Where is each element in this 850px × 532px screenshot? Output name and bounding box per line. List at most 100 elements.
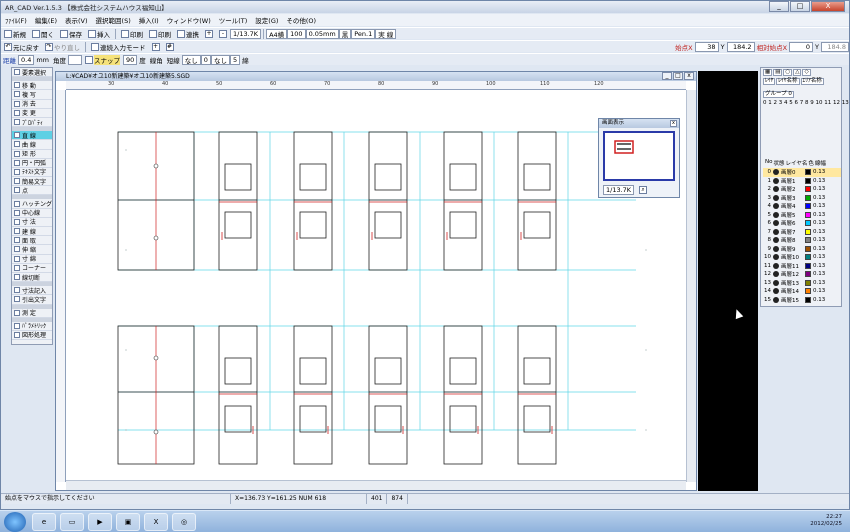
palette-text[interactable]: ﾃｷｽﾄ文字: [12, 168, 52, 178]
layer-row[interactable]: 4 画層4 0.13: [763, 202, 841, 211]
start-button[interactable]: [4, 512, 26, 532]
redo-button[interactable]: ↷ やり直し: [42, 41, 83, 52]
scale-select[interactable]: 1/13.7K: [230, 28, 262, 39]
undo-button[interactable]: ↶ 元に戻す: [1, 41, 42, 52]
relative-x-input[interactable]: 0: [789, 41, 814, 52]
palette-corner[interactable]: コーナー: [12, 264, 52, 273]
palette-line[interactable]: 直 線: [12, 131, 52, 141]
zoom-select[interactable]: 100: [287, 28, 306, 39]
horizontal-scrollbar[interactable]: [66, 480, 686, 490]
preview-button[interactable]: 印刷: [146, 28, 174, 39]
insert-button[interactable]: 挿入: [85, 28, 113, 39]
layer-row[interactable]: 10 画層10 0.13: [763, 253, 841, 262]
layer-visible-icon[interactable]: [773, 271, 779, 278]
layer-row[interactable]: 8 画層8 0.13: [763, 236, 841, 245]
drawing-minimize-button[interactable]: _: [662, 72, 672, 80]
layer-tool-button[interactable]: ○: [783, 69, 793, 76]
start-y-input[interactable]: 184.2: [726, 41, 755, 52]
group-select[interactable]: グループ 0: [763, 91, 794, 98]
menu-view[interactable]: 表示(V): [61, 15, 92, 25]
save-button[interactable]: 保存: [57, 28, 85, 39]
layer-row[interactable]: 1 画層1 0.13: [763, 177, 841, 186]
palette-dimension[interactable]: 寸 法: [12, 218, 52, 227]
layer-color-swatch[interactable]: [805, 296, 811, 303]
menu-other[interactable]: その他(O): [282, 15, 320, 25]
layer-row[interactable]: 5 画層5 0.13: [763, 211, 841, 220]
option2-select[interactable]: なし: [210, 54, 230, 65]
layer-visible-icon[interactable]: [773, 279, 779, 286]
snap-angle-input[interactable]: 90: [123, 54, 138, 65]
palette-simple-text[interactable]: 簡易文字: [12, 177, 52, 187]
palette-build-line[interactable]: 建 線: [12, 227, 52, 237]
layer-color-swatch[interactable]: [805, 220, 811, 227]
relative-y-input[interactable]: 184.8: [821, 41, 849, 52]
distance-input[interactable]: 0.4: [18, 54, 35, 65]
menu-window[interactable]: ウィンドウ(W): [163, 15, 215, 25]
drawing-maximize-button[interactable]: □: [673, 72, 683, 80]
zoom-out-button[interactable]: -: [216, 28, 230, 39]
layer-row[interactable]: 2 画層2 0.13: [763, 185, 841, 194]
menu-select[interactable]: 選択範囲(S): [92, 15, 135, 25]
palette-center-line[interactable]: 中心線: [12, 209, 52, 218]
layer-visible-icon[interactable]: [773, 228, 779, 235]
palette-leader-text[interactable]: 引出文字: [12, 295, 52, 305]
paper-select[interactable]: A4横: [266, 28, 288, 39]
palette-cut[interactable]: 線切断: [12, 273, 52, 283]
layer-color-swatch[interactable]: [805, 262, 811, 269]
palette-curve[interactable]: 曲 線: [12, 140, 52, 150]
palette-measure[interactable]: 測 定: [12, 309, 52, 318]
layer-visible-icon[interactable]: [773, 288, 779, 295]
layer-color-swatch[interactable]: [805, 288, 811, 295]
maximize-button[interactable]: □: [790, 1, 810, 12]
layer-visible-icon[interactable]: [773, 220, 779, 227]
new-button[interactable]: 新規: [1, 28, 29, 39]
menu-insert[interactable]: 挿入(I): [135, 15, 163, 25]
palette-parametric[interactable]: ﾊﾟﾗﾒﾄﾘｯｸ: [12, 322, 52, 331]
layer-tool-button[interactable]: ▦: [763, 69, 773, 76]
print-button[interactable]: 印刷: [118, 28, 146, 39]
layer-row[interactable]: 7 画層7 0.13: [763, 228, 841, 237]
palette-dim-entry[interactable]: 寸法記入: [12, 286, 52, 296]
palette-hatching[interactable]: ハッチング: [12, 199, 52, 209]
menu-edit[interactable]: 編集(E): [31, 15, 61, 25]
color-select[interactable]: 黒: [338, 28, 352, 39]
zoom-in-button[interactable]: +: [202, 28, 216, 39]
layer-visible-icon[interactable]: [773, 237, 779, 244]
menu-settings[interactable]: 設定(G): [251, 15, 282, 25]
palette-shape-process[interactable]: 図形処理: [12, 331, 52, 341]
option2-value[interactable]: 5: [229, 54, 241, 65]
drawing-canvas[interactable]: [66, 90, 686, 472]
minimize-button[interactable]: _: [769, 1, 789, 12]
layer-color-swatch[interactable]: [805, 169, 811, 176]
palette-delete[interactable]: 消 去: [12, 100, 52, 109]
layer-row[interactable]: 15 画層15 0.13: [763, 296, 841, 305]
layer-visible-icon[interactable]: [773, 254, 779, 261]
linetype-select[interactable]: 実 線: [375, 28, 397, 39]
layer-row[interactable]: 0 画層0 0.13: [763, 168, 841, 177]
layer-color-swatch[interactable]: [805, 245, 811, 252]
open-button[interactable]: 開く: [29, 28, 57, 39]
layer-visible-icon[interactable]: [773, 194, 779, 201]
taskbar-folder-icon[interactable]: ▭: [60, 513, 84, 531]
overview-map[interactable]: [603, 131, 675, 181]
pen-width-select[interactable]: 0.05mm: [305, 28, 339, 39]
snap-button[interactable]: スナップ: [82, 54, 123, 65]
taskbar-excel-icon[interactable]: X: [144, 513, 168, 531]
layer-row[interactable]: 9 画層9 0.13: [763, 245, 841, 254]
overview-zoom-button[interactable]: ⌕: [636, 184, 650, 195]
layer-color-swatch[interactable]: [805, 203, 811, 210]
palette-rect[interactable]: 矩 形: [12, 150, 52, 159]
layer-tool-button[interactable]: ◇: [802, 69, 811, 76]
layer-row[interactable]: 3 画層3 0.13: [763, 194, 841, 203]
layer-visible-icon[interactable]: [773, 186, 779, 193]
close-button[interactable]: X: [811, 1, 845, 12]
tab-area-name[interactable]: ｴﾘｱ名称: [800, 78, 824, 85]
palette-circle[interactable]: 円・円弧: [12, 159, 52, 168]
layer-tool-button[interactable]: △: [793, 69, 802, 76]
overview-scale-select[interactable]: 1/13.7K: [603, 184, 635, 195]
layer-color-swatch[interactable]: [805, 237, 811, 244]
layer-visible-icon[interactable]: [773, 203, 779, 210]
palette-select[interactable]: 要素選択: [12, 68, 52, 78]
layer-color-swatch[interactable]: [805, 186, 811, 193]
angle-input[interactable]: [68, 54, 83, 65]
